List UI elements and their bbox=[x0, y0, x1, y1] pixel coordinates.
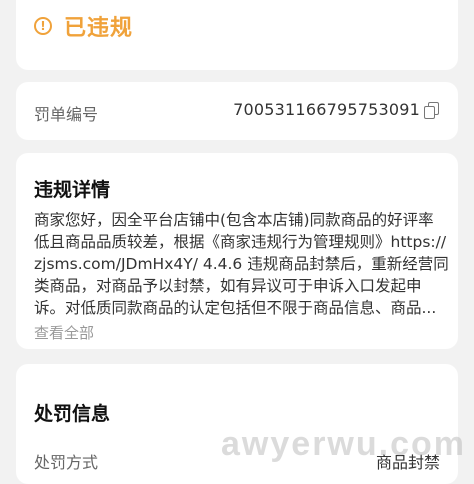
penalty-number-label: 罚单编号 bbox=[34, 101, 98, 125]
penalty-number-row: 700531166795753091 bbox=[233, 100, 440, 119]
details-line: 诉。对低质同款商品的认定包括但不限于商品信息、商品... bbox=[34, 297, 452, 319]
view-all-link[interactable]: 查看全部 bbox=[34, 322, 94, 343]
details-line: 低且商品品质较差，根据《商家违规行为管理规则》https:// bbox=[34, 231, 452, 253]
status-card: ! 已违规 bbox=[16, 0, 458, 70]
punishment-method-value: 商品封禁 bbox=[376, 449, 440, 473]
copy-icon[interactable] bbox=[424, 102, 440, 118]
violation-details-card: 违规详情 商家您好，因全平台店铺中(包含本店铺)同款商品的好评率 低且商品品质较… bbox=[16, 153, 458, 349]
penalty-number-value: 700531166795753091 bbox=[233, 100, 420, 119]
details-line: 类商品，对商品予以封禁，如有异议可于申诉入口发起申 bbox=[34, 275, 452, 297]
status-row: ! 已违规 bbox=[34, 10, 133, 42]
violation-details-title: 违规详情 bbox=[34, 175, 110, 202]
punishment-info-title: 处罚信息 bbox=[34, 399, 110, 426]
details-line: 商家您好，因全平台店铺中(包含本店铺)同款商品的好评率 bbox=[34, 209, 452, 231]
punishment-info-card: 处罚信息 处罚方式 商品封禁 bbox=[16, 364, 458, 484]
violation-details-text: 商家您好，因全平台店铺中(包含本店铺)同款商品的好评率 低且商品品质较差，根据《… bbox=[34, 209, 452, 319]
penalty-number-card: 罚单编号 700531166795753091 bbox=[16, 82, 458, 140]
status-text: 已违规 bbox=[64, 10, 133, 42]
warning-circle-icon: ! bbox=[34, 17, 52, 35]
details-line: zjsms.com/JDmHx4Y/ 4.4.6 违规商品封禁后，重新经营同 bbox=[34, 253, 452, 275]
punishment-method-label: 处罚方式 bbox=[34, 449, 98, 473]
